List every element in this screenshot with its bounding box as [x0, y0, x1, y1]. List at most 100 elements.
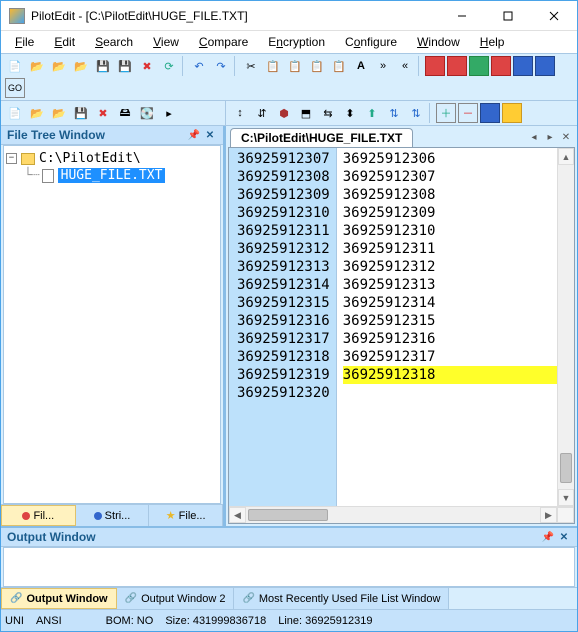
- ed-tool5-icon[interactable]: ⇆: [318, 103, 338, 123]
- refresh-icon[interactable]: ⟳: [159, 56, 179, 76]
- menu-encryption[interactable]: Encryption: [260, 33, 333, 51]
- ed-tool7-icon[interactable]: ⬆: [362, 103, 382, 123]
- editor-line[interactable]: 36925912306: [343, 150, 557, 168]
- pin-icon[interactable]: 📌: [541, 530, 555, 544]
- expand-icon[interactable]: »: [373, 56, 393, 76]
- editor-line[interactable]: 36925912308: [343, 186, 557, 204]
- paste-icon[interactable]: 📋: [285, 56, 305, 76]
- redo-icon[interactable]: ↷: [211, 56, 231, 76]
- menu-view[interactable]: View: [145, 33, 187, 51]
- menu-configure[interactable]: Configure: [337, 33, 405, 51]
- ed-blue-icon[interactable]: [480, 103, 500, 123]
- ed-tool3-icon[interactable]: ⬢: [274, 103, 294, 123]
- scroll-left-icon[interactable]: ◀: [229, 507, 246, 523]
- tree-disk-icon[interactable]: 💽: [137, 103, 157, 123]
- editor-line[interactable]: 36925912309: [343, 204, 557, 222]
- editor-line[interactable]: 36925912307: [343, 168, 557, 186]
- tree-open2-icon[interactable]: 📂: [49, 103, 69, 123]
- delete-icon[interactable]: ✖: [137, 56, 157, 76]
- ed-tool2-icon[interactable]: ⇵: [252, 103, 272, 123]
- ed-yellow-icon[interactable]: [502, 103, 522, 123]
- go-button[interactable]: GO: [5, 78, 25, 98]
- editor-line[interactable]: 36925912315: [343, 312, 557, 330]
- copy-icon[interactable]: 📋: [263, 56, 283, 76]
- tool-blue-icon[interactable]: [513, 56, 533, 76]
- font-icon[interactable]: A: [351, 56, 371, 76]
- menu-file[interactable]: File: [7, 33, 42, 51]
- open-folder2-icon[interactable]: 📂: [49, 56, 69, 76]
- close-button[interactable]: [531, 1, 577, 30]
- tree-root-row[interactable]: − C:\PilotEdit\: [6, 150, 218, 167]
- scroll-down-icon[interactable]: ▼: [558, 489, 574, 506]
- tool-green-icon[interactable]: [469, 56, 489, 76]
- tab-next-icon[interactable]: ▸: [543, 131, 557, 145]
- output-tab-1[interactable]: 🔗 Output Window: [1, 588, 117, 609]
- scroll-thumb[interactable]: [560, 453, 572, 483]
- editor-line[interactable]: 36925912313: [343, 276, 557, 294]
- clipboard3-icon[interactable]: 📋: [329, 56, 349, 76]
- tree-file-row[interactable]: └┈ HUGE_FILE.TXT: [6, 167, 218, 184]
- ed-sub-icon[interactable]: －: [458, 103, 478, 123]
- maximize-button[interactable]: [485, 1, 531, 30]
- minimize-button[interactable]: [439, 1, 485, 30]
- tree-delete-icon[interactable]: ✖: [93, 103, 113, 123]
- output-tab-2[interactable]: 🔗 Output Window 2: [117, 588, 235, 609]
- close-pane-icon[interactable]: ✕: [203, 128, 217, 142]
- editor-line[interactable]: 36925912312: [343, 258, 557, 276]
- tool-blue2-icon[interactable]: [535, 56, 555, 76]
- clipboard2-icon[interactable]: 📋: [307, 56, 327, 76]
- tab-string[interactable]: Stri...: [76, 505, 150, 526]
- tab-file2[interactable]: ★ File...: [149, 505, 223, 526]
- vertical-scrollbar[interactable]: ▲ ▼: [557, 148, 574, 506]
- undo-icon[interactable]: ↶: [189, 56, 209, 76]
- output-tab-mru[interactable]: 🔗 Most Recently Used File List Window: [234, 588, 449, 609]
- menu-help[interactable]: Help: [472, 33, 513, 51]
- editor-line[interactable]: 36925912317: [343, 348, 557, 366]
- scroll-track[interactable]: [246, 507, 540, 523]
- scroll-thumb[interactable]: [248, 509, 328, 521]
- ed-tool4-icon[interactable]: ⬒: [296, 103, 316, 123]
- tool-red3-icon[interactable]: [491, 56, 511, 76]
- ed-tool1-icon[interactable]: ↕: [230, 103, 250, 123]
- tool-red2-icon[interactable]: [447, 56, 467, 76]
- output-body[interactable]: [3, 547, 575, 587]
- tree-drive-icon[interactable]: 🖴: [115, 103, 135, 123]
- scroll-track[interactable]: [558, 165, 574, 489]
- editor-line[interactable]: 36925912310: [343, 222, 557, 240]
- ed-tool8-icon[interactable]: ⇅: [384, 103, 404, 123]
- menu-edit[interactable]: Edit: [46, 33, 83, 51]
- tab-close-icon[interactable]: ✕: [559, 131, 573, 145]
- pin-icon[interactable]: 📌: [187, 128, 201, 142]
- save-all-icon[interactable]: 💾: [115, 56, 135, 76]
- document-tab[interactable]: C:\PilotEdit\HUGE_FILE.TXT: [230, 128, 413, 147]
- scroll-up-icon[interactable]: ▲: [558, 148, 574, 165]
- new-file-icon[interactable]: 📄: [5, 56, 25, 76]
- horizontal-scrollbar[interactable]: ◀ ▶: [229, 506, 574, 523]
- open-folder-icon[interactable]: 📂: [27, 56, 47, 76]
- tool-red-icon[interactable]: [425, 56, 445, 76]
- tab-file-tree[interactable]: Fil...: [1, 505, 76, 526]
- editor-line[interactable]: 36925912318: [343, 366, 557, 384]
- collapse-icon[interactable]: «: [395, 56, 415, 76]
- editor-line[interactable]: 36925912311: [343, 240, 557, 258]
- editor-line[interactable]: 36925912314: [343, 294, 557, 312]
- close-pane-icon[interactable]: ✕: [557, 530, 571, 544]
- editor-line[interactable]: [343, 384, 557, 402]
- tree-more-icon[interactable]: ▸: [159, 103, 179, 123]
- menu-compare[interactable]: Compare: [191, 33, 256, 51]
- ed-tool9-icon[interactable]: ⇅: [406, 103, 426, 123]
- tab-prev-icon[interactable]: ◂: [527, 131, 541, 145]
- ed-add-icon[interactable]: ＋: [436, 103, 456, 123]
- editor-line[interactable]: 36925912316: [343, 330, 557, 348]
- save-icon[interactable]: 💾: [93, 56, 113, 76]
- collapse-icon[interactable]: −: [6, 153, 17, 164]
- tree-open-icon[interactable]: 📂: [27, 103, 47, 123]
- menu-window[interactable]: Window: [409, 33, 468, 51]
- ed-tool6-icon[interactable]: ⬍: [340, 103, 360, 123]
- file-tree[interactable]: − C:\PilotEdit\ └┈ HUGE_FILE.TXT: [3, 145, 221, 504]
- cut-icon[interactable]: ✂: [241, 56, 261, 76]
- tree-new-icon[interactable]: 📄: [5, 103, 25, 123]
- tree-save-icon[interactable]: 💾: [71, 103, 91, 123]
- scroll-right-icon[interactable]: ▶: [540, 507, 557, 523]
- editor-text-area[interactable]: 3692591230636925912307369259123083692591…: [337, 148, 557, 506]
